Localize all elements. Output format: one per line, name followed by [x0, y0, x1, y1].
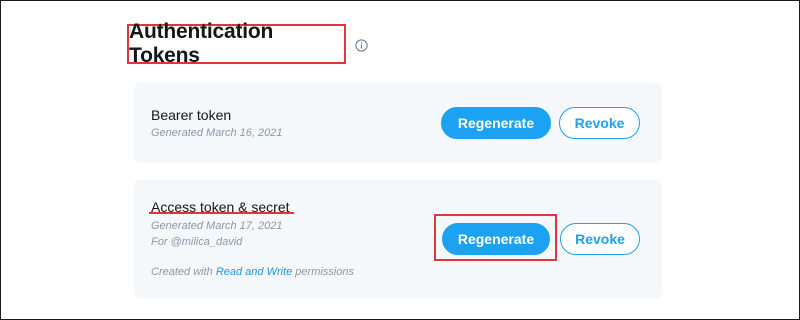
revoke-button[interactable]: Revoke	[560, 223, 640, 255]
token-name: Bearer token	[151, 107, 232, 123]
annotation-underline	[149, 212, 294, 214]
regenerate-button[interactable]: Regenerate	[441, 107, 551, 139]
generated-date: Generated March 17, 2021	[151, 220, 283, 232]
revoke-button[interactable]: Revoke	[559, 107, 640, 139]
page-title: Authentication Tokens	[129, 20, 274, 67]
info-icon[interactable]	[355, 39, 368, 52]
annotation-highlight-box	[434, 214, 557, 261]
token-owner: For @milica_david	[151, 236, 243, 248]
permissions-link[interactable]: Read and Write	[216, 266, 292, 278]
permissions-prefix: Created with	[151, 266, 216, 278]
bearer-token-card: Bearer token Generated March 16, 2021 Re…	[134, 83, 662, 163]
permissions-note: Created with Read and Write permissions	[151, 266, 354, 278]
permissions-suffix: permissions	[292, 266, 354, 278]
page-title-highlight: Authentication Tokens	[127, 20, 346, 67]
generated-date: Generated March 16, 2021	[151, 127, 283, 139]
access-token-card: Access token & secret Generated March 17…	[134, 180, 662, 298]
